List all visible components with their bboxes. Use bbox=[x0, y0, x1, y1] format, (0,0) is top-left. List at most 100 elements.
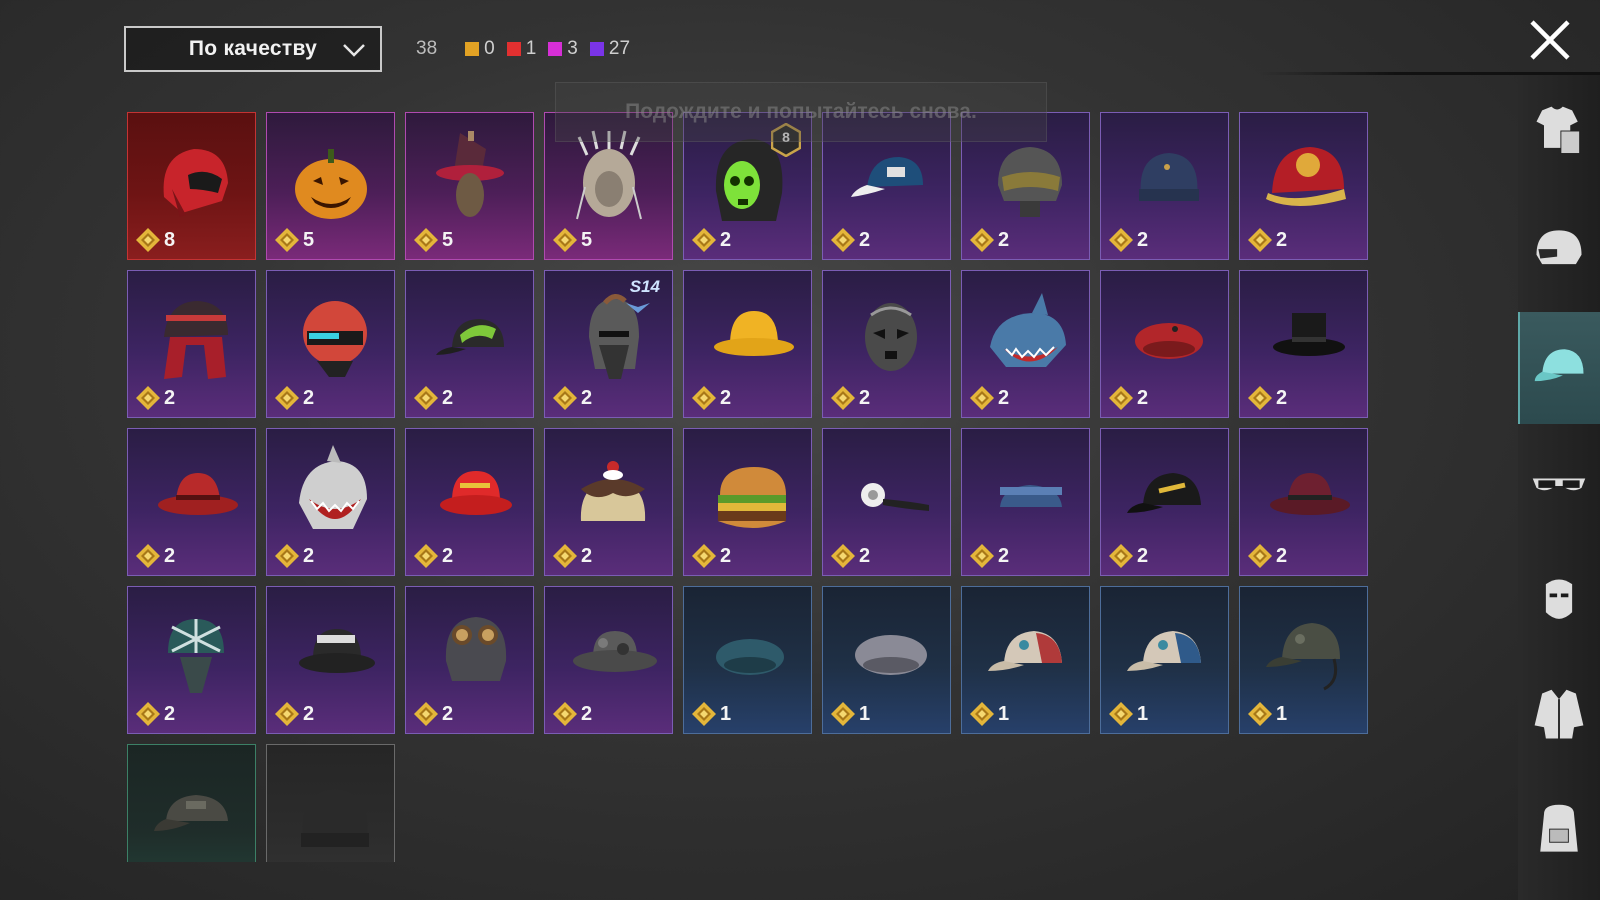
sidebar-item-outfit[interactable] bbox=[1518, 75, 1600, 187]
sidebar-item-cap[interactable] bbox=[1518, 312, 1600, 424]
item-cost: 2 bbox=[968, 384, 1009, 412]
item-cost: 1 bbox=[690, 700, 731, 728]
diamond-coin-icon bbox=[275, 228, 299, 252]
item-card[interactable]: 5 bbox=[405, 112, 534, 260]
item-cost: 2 bbox=[1246, 226, 1287, 254]
item-card[interactable]: 2 bbox=[683, 270, 812, 418]
legend-item: 27 bbox=[589, 38, 631, 60]
diamond-coin-icon bbox=[553, 228, 577, 252]
item-card[interactable]: 2 bbox=[1100, 428, 1229, 576]
item-card[interactable]: 1 bbox=[961, 586, 1090, 734]
pudding-hat-icon bbox=[580, 461, 646, 521]
item-card[interactable]: 2 bbox=[1100, 270, 1229, 418]
item-card[interactable]: 2 bbox=[822, 270, 951, 418]
chevron-down-icon bbox=[343, 44, 365, 57]
item-cost: 2 bbox=[412, 542, 453, 570]
item-card[interactable]: 2 bbox=[266, 428, 395, 576]
item-card[interactable]: 2 bbox=[822, 428, 951, 576]
diamond-coin-icon bbox=[692, 228, 716, 252]
item-card[interactable]: 2 bbox=[1239, 112, 1368, 260]
black-cap-icon bbox=[1127, 473, 1201, 513]
diamond-coin-icon bbox=[1109, 702, 1133, 726]
helmet-icon bbox=[1536, 230, 1582, 265]
item-cost-value: 2 bbox=[1276, 386, 1288, 409]
diamond-coin-icon bbox=[275, 702, 299, 726]
sidebar-item-mask[interactable] bbox=[1518, 545, 1600, 657]
item-cost-value: 2 bbox=[1137, 544, 1149, 567]
item-card[interactable]: 2 bbox=[961, 112, 1090, 260]
sidebar-item-helmet[interactable] bbox=[1518, 195, 1600, 307]
item-cost-value: 5 bbox=[442, 228, 454, 251]
item-card[interactable]: 5 bbox=[266, 112, 395, 260]
item-card[interactable]: 2 bbox=[961, 428, 1090, 576]
red-panel-cap-icon bbox=[988, 631, 1062, 671]
item-card[interactable]: 2 bbox=[544, 428, 673, 576]
item-card[interactable]: 2 bbox=[1239, 270, 1368, 418]
close-icon[interactable] bbox=[1528, 18, 1572, 62]
item-cost: 1 bbox=[1107, 700, 1148, 728]
toolbar: По качеству 38 0 1 3 27 bbox=[124, 25, 642, 73]
item-card[interactable]: 2 bbox=[405, 586, 534, 734]
patrol-cap-icon bbox=[154, 795, 228, 831]
diamond-coin-icon bbox=[1109, 228, 1133, 252]
item-card[interactable]: 2 bbox=[1100, 112, 1229, 260]
item-card[interactable]: 1 bbox=[822, 586, 951, 734]
diamond-coin-icon bbox=[970, 544, 994, 568]
item-cost-value: 2 bbox=[442, 386, 454, 409]
item-card[interactable]: 2 bbox=[961, 270, 1090, 418]
diamond-coin-icon bbox=[831, 386, 855, 410]
item-card[interactable]: 2 bbox=[544, 586, 673, 734]
legend-swatch-pink bbox=[548, 42, 563, 56]
sidebar-item-backpack[interactable] bbox=[1518, 775, 1600, 887]
yellow-hat-icon bbox=[714, 311, 794, 356]
item-card[interactable]: 2 bbox=[405, 428, 534, 576]
sort-dropdown[interactable]: По качеству bbox=[124, 26, 382, 72]
item-card[interactable] bbox=[266, 744, 395, 862]
diamond-coin-icon bbox=[414, 544, 438, 568]
black-beanie-icon bbox=[301, 789, 369, 847]
top-hat-icon bbox=[1273, 313, 1345, 356]
bucket-hat-hair-icon bbox=[164, 301, 228, 379]
item-card[interactable]: 82 bbox=[683, 112, 812, 260]
item-card[interactable]: 2 bbox=[127, 428, 256, 576]
red-helmet-icon bbox=[163, 149, 228, 217]
item-card[interactable]: 5 bbox=[544, 112, 673, 260]
item-card[interactable]: 2 bbox=[266, 586, 395, 734]
item-cost-value: 1 bbox=[1137, 702, 1149, 725]
item-card[interactable]: 8 bbox=[127, 112, 256, 260]
item-card[interactable]: 2 bbox=[1239, 428, 1368, 576]
luchador-mask-icon bbox=[865, 303, 917, 371]
diamond-coin-icon bbox=[136, 386, 160, 410]
burger-hat-icon bbox=[718, 467, 786, 528]
item-cost-value: 2 bbox=[442, 544, 454, 567]
item-card[interactable]: S14 2 bbox=[544, 270, 673, 418]
diamond-coin-icon bbox=[553, 544, 577, 568]
item-cost-value: 2 bbox=[720, 386, 732, 409]
sidebar-item-jacket[interactable] bbox=[1518, 660, 1600, 772]
item-card[interactable]: 2 bbox=[822, 112, 951, 260]
outfit-icon bbox=[1536, 106, 1581, 154]
item-cost: 5 bbox=[412, 226, 453, 254]
item-card[interactable]: 1 bbox=[683, 586, 812, 734]
item-card[interactable]: 2 bbox=[127, 270, 256, 418]
item-card[interactable]: 1 bbox=[1239, 586, 1368, 734]
grey-beret-icon bbox=[855, 635, 927, 675]
sidebar-item-glasses[interactable] bbox=[1518, 430, 1600, 542]
legend-count: 27 bbox=[608, 38, 631, 59]
diamond-coin-icon bbox=[970, 702, 994, 726]
item-card[interactable]: 2 bbox=[405, 270, 534, 418]
item-card[interactable]: 2 bbox=[683, 428, 812, 576]
garrison-cap-icon bbox=[1000, 485, 1062, 507]
item-cost-value: 2 bbox=[859, 386, 871, 409]
item-card[interactable]: 2 bbox=[127, 586, 256, 734]
item-cost: 2 bbox=[829, 384, 870, 412]
item-cost: 2 bbox=[1107, 542, 1148, 570]
item-cost: 2 bbox=[829, 542, 870, 570]
item-card[interactable]: 1 bbox=[1100, 586, 1229, 734]
item-card[interactable] bbox=[127, 744, 256, 862]
item-cost-value: 2 bbox=[998, 228, 1010, 251]
item-cost: 2 bbox=[690, 226, 731, 254]
item-cost-value: 2 bbox=[720, 544, 732, 567]
jacket-icon bbox=[1534, 689, 1584, 739]
item-card[interactable]: 2 bbox=[266, 270, 395, 418]
